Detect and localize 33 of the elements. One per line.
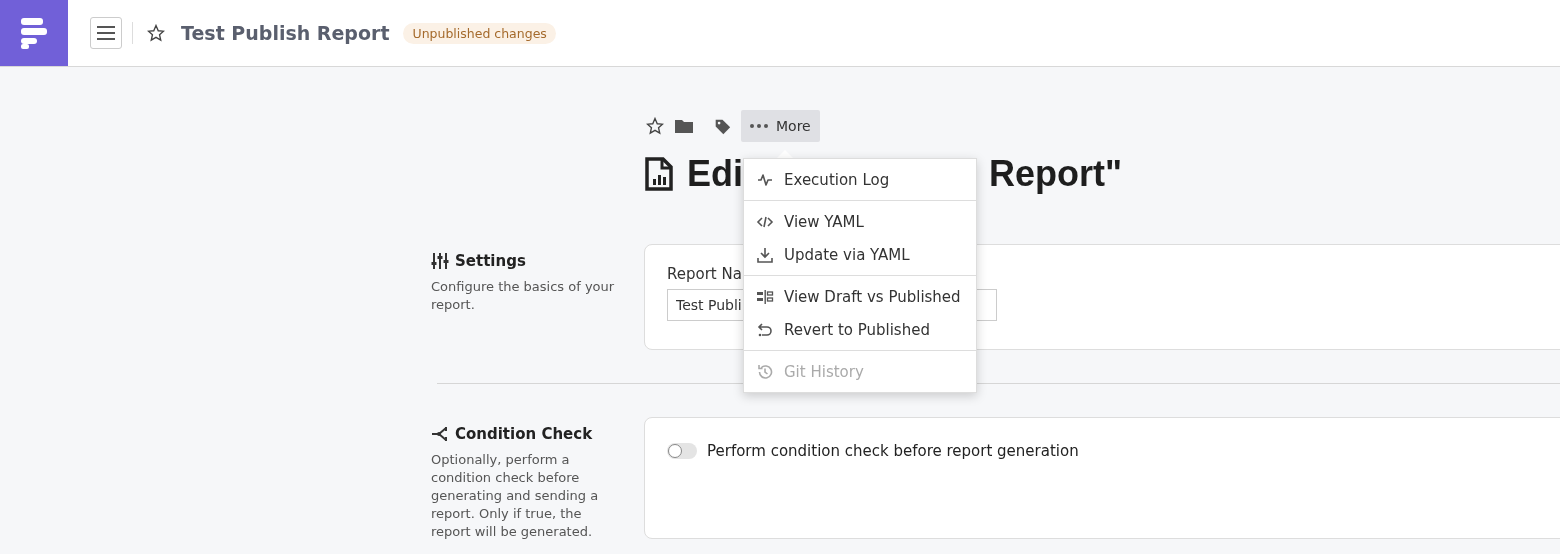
toggle-switch[interactable] bbox=[667, 443, 697, 459]
star-icon[interactable] bbox=[646, 117, 664, 135]
more-button[interactable]: More bbox=[741, 110, 820, 142]
menu-item-icon bbox=[756, 320, 774, 339]
section-description: Optionally, perform a condition check before generating and sending a report. Only if true, the report will be generated. bbox=[431, 451, 600, 541]
page-heading: Edi bbox=[687, 153, 743, 195]
section-title: Condition Check bbox=[455, 425, 593, 443]
folder-icon[interactable] bbox=[674, 118, 694, 134]
logo-icon bbox=[19, 16, 49, 50]
menu-item-icon bbox=[756, 287, 774, 306]
menu-item-icon bbox=[756, 245, 774, 264]
section-description: Configure the basics of your report. bbox=[431, 278, 616, 314]
menu-item[interactable]: Update via YAML bbox=[744, 238, 976, 271]
status-badge: Unpublished changes bbox=[403, 22, 556, 44]
branch-icon bbox=[431, 425, 449, 443]
menu-item[interactable]: Execution Log bbox=[744, 163, 976, 196]
menu-item[interactable]: View Draft vs Published bbox=[744, 280, 976, 313]
toggle-label: Perform condition check before report generation bbox=[707, 442, 1079, 460]
menu-button[interactable] bbox=[90, 17, 122, 49]
tag-icon[interactable] bbox=[714, 117, 731, 135]
page-title: Test Publish Report bbox=[181, 22, 390, 44]
menu-icon bbox=[97, 26, 115, 40]
app-logo[interactable] bbox=[0, 0, 68, 66]
menu-item[interactable]: View YAML bbox=[744, 205, 976, 238]
report-icon bbox=[645, 157, 673, 191]
dots-icon bbox=[750, 124, 768, 128]
section-title: Settings bbox=[455, 252, 526, 270]
page-heading: Report" bbox=[989, 153, 1123, 195]
star-icon[interactable] bbox=[147, 24, 165, 42]
field-label: Report Na bbox=[667, 265, 743, 283]
menu-item[interactable]: Revert to Published bbox=[744, 313, 976, 346]
menu-item-icon bbox=[756, 362, 774, 381]
sliders-icon bbox=[431, 252, 449, 270]
